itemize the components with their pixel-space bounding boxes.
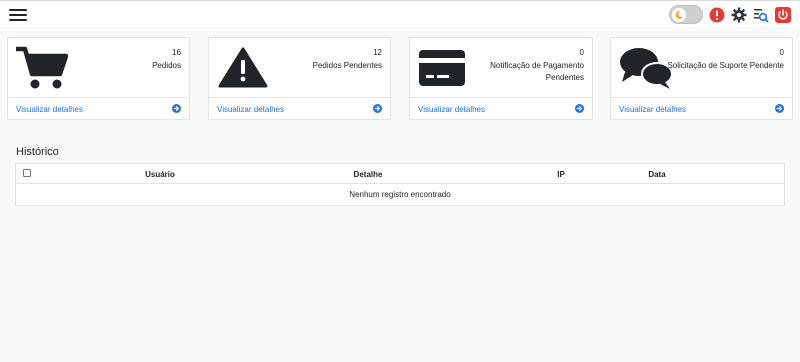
column-header-usuario[interactable]: Usuário	[128, 170, 192, 179]
gear-icon[interactable]	[730, 6, 747, 23]
view-details-link[interactable]: Visualizar detalhes	[619, 105, 686, 114]
card-count: 0	[579, 48, 584, 57]
card-count: 0	[779, 48, 784, 57]
card-footer-link[interactable]: Visualizar detalhes	[209, 97, 390, 120]
card-pedidos-pendentes: 12 Pedidos Pendentes Visualizar detalhes	[208, 37, 391, 120]
view-details-link[interactable]: Visualizar detalhes	[217, 105, 284, 114]
column-header-ip[interactable]: IP	[545, 170, 577, 179]
column-header-data[interactable]: Data	[637, 170, 677, 179]
search-list-icon[interactable]	[752, 6, 769, 23]
history-table: Usuário Detalhe IP Data Nenhum registro …	[15, 163, 785, 206]
empty-table-message: Nenhum registro encontrado	[349, 190, 451, 199]
exclamation-circle-icon[interactable]	[708, 6, 725, 23]
card-footer-link[interactable]: Visualizar detalhes	[611, 97, 792, 120]
card-solicitacao-suporte: 0 Solicitação de Suporte Pendente Visual…	[610, 37, 793, 120]
view-details-link[interactable]: Visualizar detalhes	[418, 105, 485, 114]
column-header-detalhe[interactable]: Detalhe	[336, 170, 400, 179]
card-pedidos: 16 Pedidos Visualizar detalhes	[7, 37, 190, 120]
warning-triangle-icon	[217, 46, 269, 92]
top-navbar	[0, 0, 800, 27]
card-count: 16	[172, 48, 181, 57]
history-title: Histórico	[16, 146, 59, 158]
table-header: Usuário Detalhe IP Data	[16, 164, 784, 184]
credit-card-icon	[418, 46, 466, 92]
card-label: Pedidos	[152, 61, 181, 70]
power-icon[interactable]	[774, 6, 791, 23]
arrow-circle-right-icon[interactable]	[575, 104, 584, 113]
chat-bubbles-icon	[619, 46, 673, 92]
card-count: 12	[373, 48, 382, 57]
card-label: Notificação de Pagamento Pendentes	[490, 61, 584, 82]
shopping-cart-icon	[14, 46, 69, 92]
view-details-link[interactable]: Visualizar detalhes	[16, 105, 83, 114]
theme-toggle[interactable]	[669, 5, 703, 24]
select-all-checkbox[interactable]	[23, 169, 31, 177]
arrow-circle-right-icon[interactable]	[775, 104, 784, 113]
hamburger-menu-icon[interactable]	[9, 9, 27, 21]
arrow-circle-right-icon[interactable]	[172, 104, 181, 113]
moon-icon	[672, 8, 686, 22]
card-label: Solicitação de Suporte Pendente	[667, 61, 784, 70]
card-footer-link[interactable]: Visualizar detalhes	[8, 97, 189, 120]
card-notificacao-pagamento: 0 Notificação de Pagamento Pendentes Vis…	[409, 37, 593, 120]
arrow-circle-right-icon[interactable]	[373, 104, 382, 113]
card-footer-link[interactable]: Visualizar detalhes	[410, 97, 592, 120]
card-label: Pedidos Pendentes	[312, 61, 382, 70]
